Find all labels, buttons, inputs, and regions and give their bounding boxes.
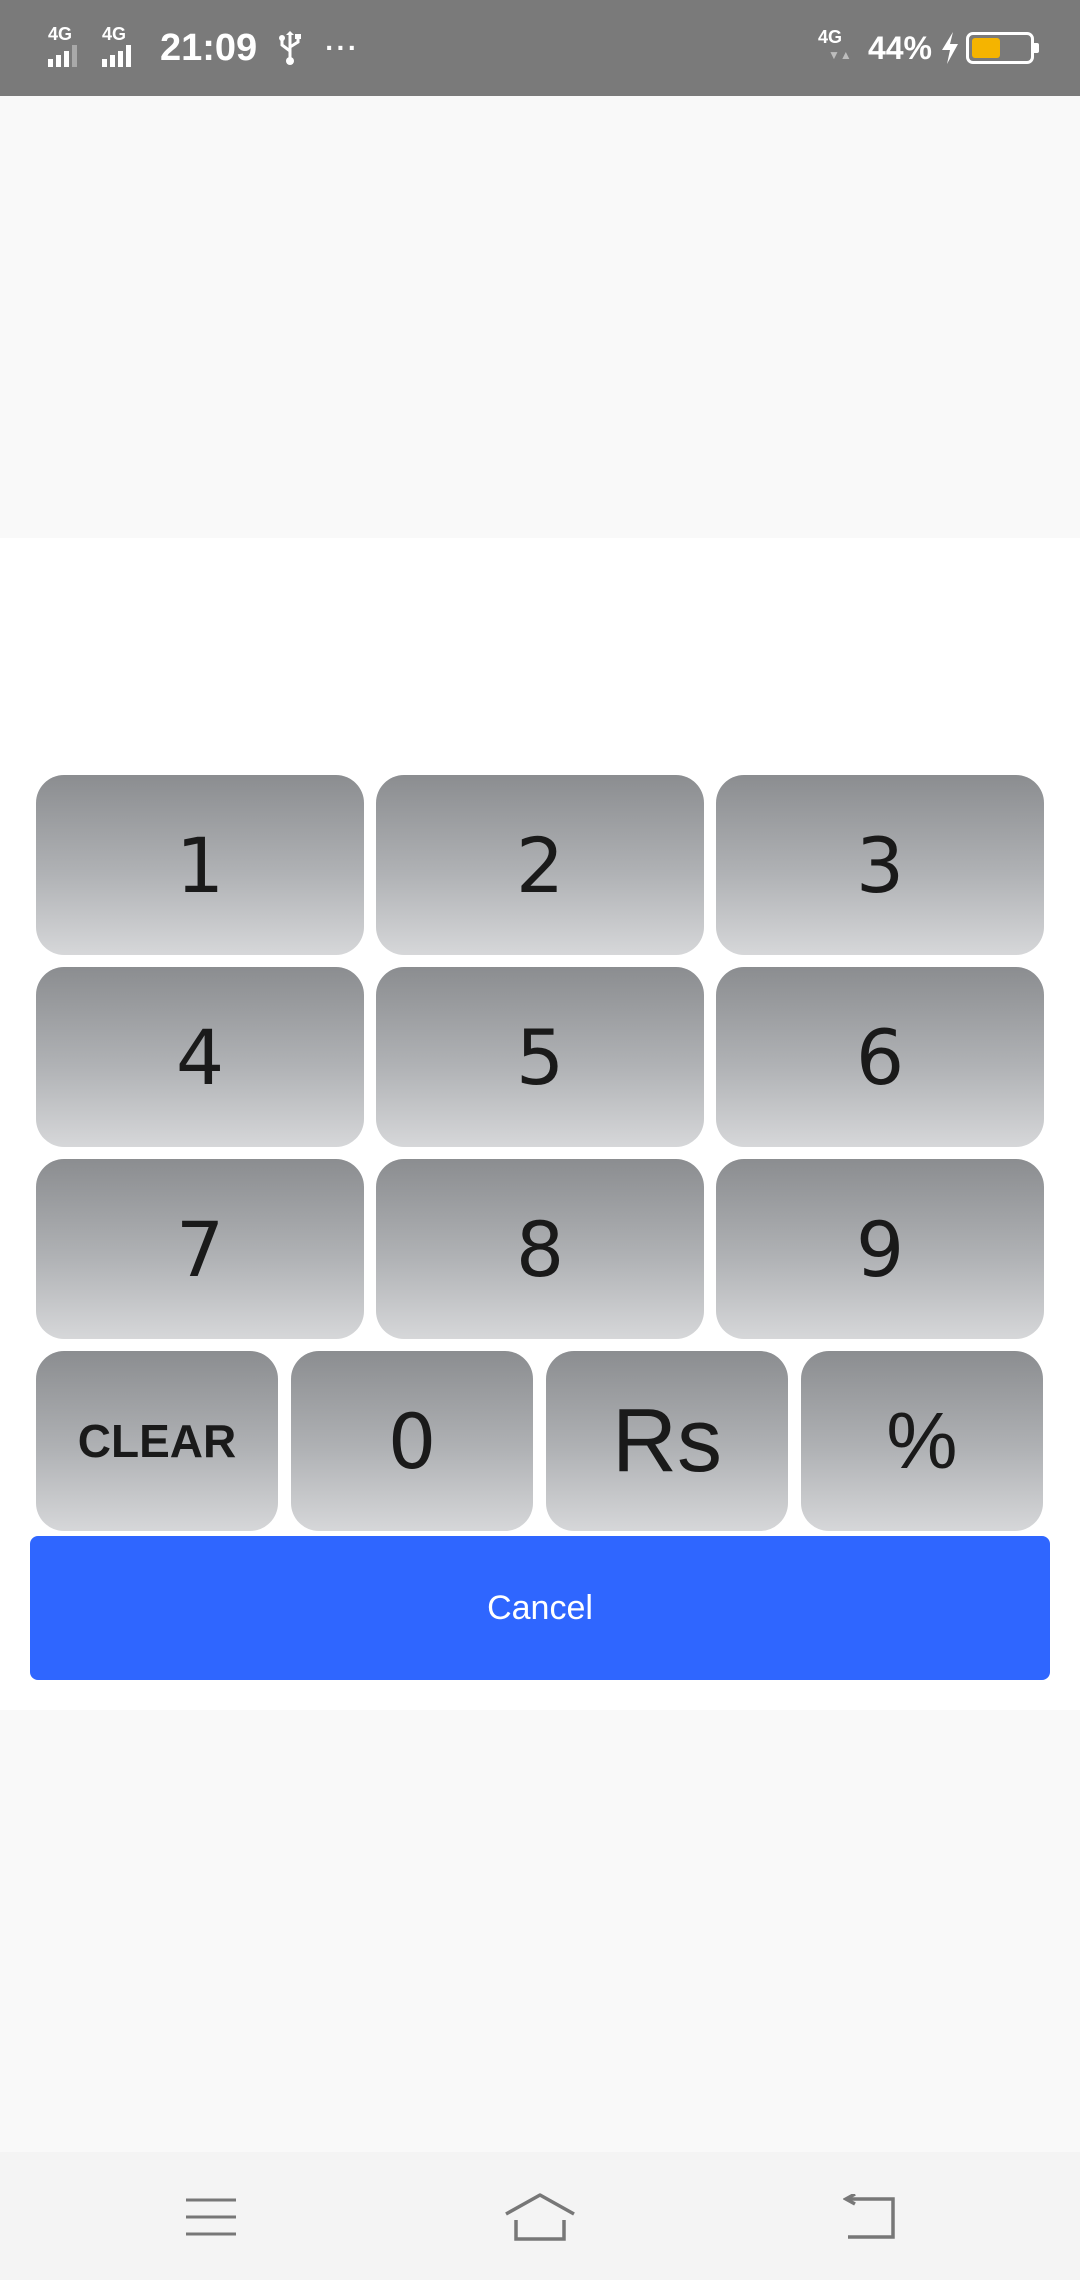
more-notifications-icon: ···	[325, 32, 360, 63]
menu-icon[interactable]	[171, 2182, 251, 2252]
status-left: 4G 4G 21:09 ···	[46, 0, 359, 96]
status-bar: 4G 4G 21:09 ··· 4G ▼▲ 44%	[0, 0, 1080, 96]
network-label-sim2: 4G	[102, 24, 127, 44]
status-right: 4G ▼▲ 44%	[817, 0, 1039, 96]
key-9[interactable]: 9	[716, 1159, 1044, 1339]
key-4[interactable]: 4	[36, 967, 364, 1147]
clear-button[interactable]: CLEAR	[36, 1351, 278, 1531]
key-6[interactable]: 6	[716, 967, 1044, 1147]
battery-percent: 44%	[867, 29, 932, 66]
home-icon[interactable]	[500, 2182, 580, 2252]
usb-icon	[279, 31, 302, 65]
key-3[interactable]: 3	[716, 775, 1044, 955]
network-label-sim1: 4G	[48, 24, 73, 44]
key-1[interactable]: 1	[36, 775, 364, 955]
key-7[interactable]: 7	[36, 1159, 364, 1339]
navigation-bar	[0, 2152, 1080, 2280]
signal-icon-sim1: 4G	[46, 25, 90, 71]
signal-icon-sim2: 4G	[100, 25, 144, 71]
cancel-button[interactable]: Cancel	[30, 1536, 1050, 1680]
key-5[interactable]: 5	[376, 967, 704, 1147]
status-time: 21:09	[160, 26, 258, 69]
key-8[interactable]: 8	[376, 1159, 704, 1339]
back-icon[interactable]	[830, 2182, 910, 2252]
rupees-button[interactable]: Rs	[546, 1351, 788, 1531]
key-2[interactable]: 2	[376, 775, 704, 955]
battery-icon	[966, 32, 1039, 64]
percent-button[interactable]: %	[801, 1351, 1043, 1531]
charging-bolt-icon	[942, 32, 958, 64]
key-0[interactable]: 0	[291, 1351, 533, 1531]
network-label-data: 4G	[817, 27, 842, 47]
data-activity-icon: 4G ▼▲	[817, 27, 852, 62]
